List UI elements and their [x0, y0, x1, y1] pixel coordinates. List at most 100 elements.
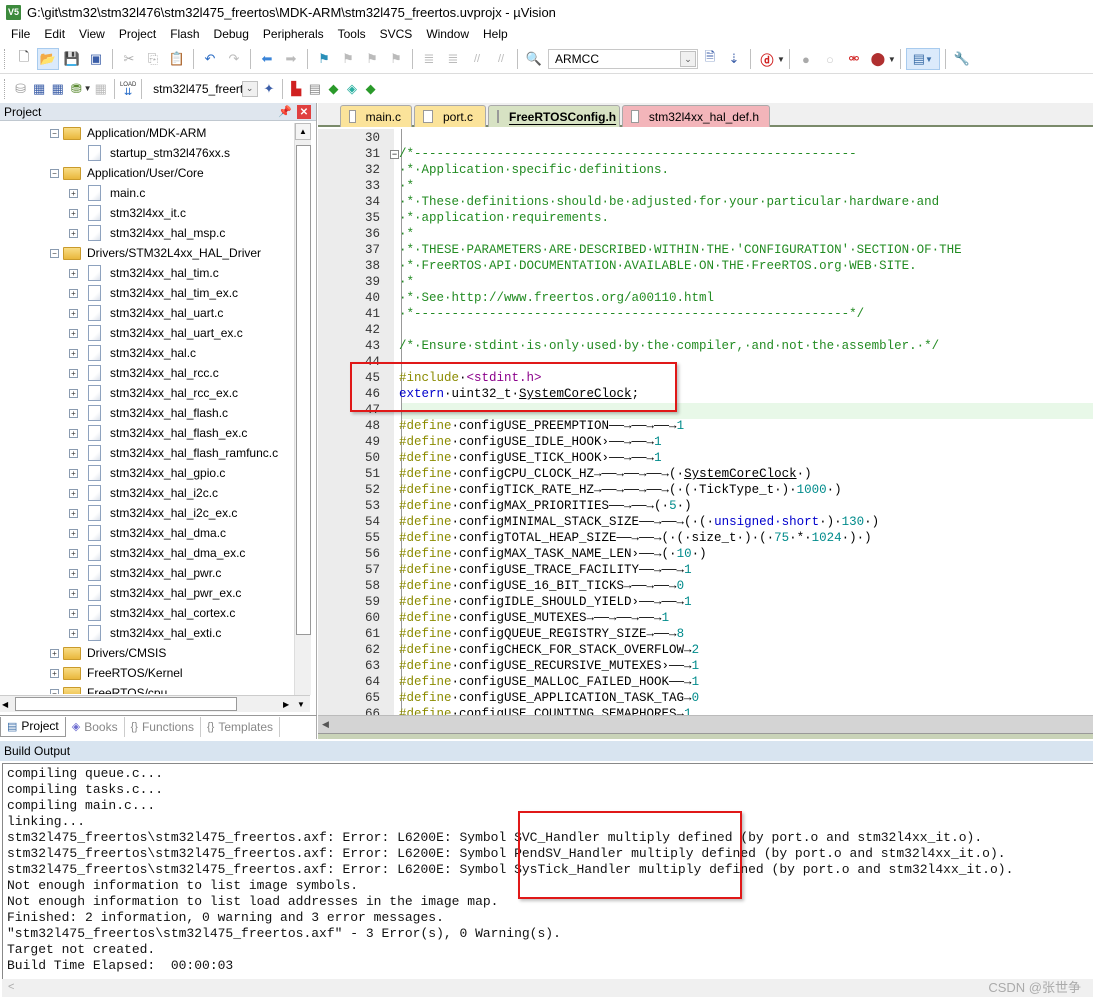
- tree-file[interactable]: + stm32l4xx_hal_pwr_ex.c: [69, 583, 241, 603]
- menu-item-edit[interactable]: Edit: [37, 24, 72, 44]
- tree-file[interactable]: + stm32l4xx_hal_tim.c: [69, 263, 219, 283]
- menu-item-debug[interactable]: Debug: [207, 24, 256, 44]
- expand-icon[interactable]: +: [69, 188, 78, 198]
- manage-project-items-icon[interactable]: ▙: [288, 78, 305, 100]
- window-layout-icon[interactable]: ▤ ▼: [905, 48, 940, 70]
- dropdown-caret-icon[interactable]: ▼: [888, 55, 896, 64]
- editor-splitter[interactable]: [318, 733, 1093, 739]
- editor-tab[interactable]: main.c: [340, 105, 412, 127]
- expand-icon[interactable]: +: [69, 608, 78, 618]
- paste-icon[interactable]: 📋: [166, 48, 188, 70]
- new-file-icon[interactable]: 🗋: [13, 48, 35, 70]
- tree-file[interactable]: + stm32l4xx_hal_uart.c: [69, 303, 223, 323]
- clear-bookmarks-icon[interactable]: ⚑: [385, 48, 407, 70]
- expand-icon[interactable]: +: [69, 528, 78, 538]
- expand-icon[interactable]: +: [69, 588, 78, 598]
- tree-file[interactable]: startup_stm32l476xx.s: [69, 143, 230, 163]
- scroll-right-icon[interactable]: ▶: [283, 700, 289, 709]
- rebuild-icon[interactable]: ▦: [49, 78, 66, 100]
- next-bookmark-icon[interactable]: ⚑: [361, 48, 383, 70]
- scroll-down-icon[interactable]: ▼: [297, 700, 305, 709]
- toolbar-grip[interactable]: [4, 49, 8, 69]
- tree-file[interactable]: + stm32l4xx_hal_msp.c: [69, 223, 225, 243]
- expand-icon[interactable]: +: [69, 548, 78, 558]
- tree-folder[interactable]: + FreeRTOS/Kernel: [50, 663, 183, 683]
- copy-icon[interactable]: ⎘: [142, 48, 164, 70]
- tree-file[interactable]: + stm32l4xx_hal_tim_ex.c: [69, 283, 238, 303]
- expand-icon[interactable]: +: [69, 408, 78, 418]
- close-icon[interactable]: ✕: [297, 105, 311, 119]
- collapse-icon[interactable]: −: [50, 168, 59, 178]
- tree-file[interactable]: + stm32l4xx_hal_flash_ramfunc.c: [69, 443, 278, 463]
- tree-file[interactable]: + stm32l4xx_hal_pwr.c: [69, 563, 221, 583]
- tab-project[interactable]: ▤ Project: [0, 716, 66, 737]
- forward-icon[interactable]: ➡: [280, 48, 302, 70]
- expand-icon[interactable]: +: [69, 208, 78, 218]
- menu-item-peripherals[interactable]: Peripherals: [256, 24, 331, 44]
- dropdown-caret-icon[interactable]: ▼: [84, 84, 92, 93]
- find-icon[interactable]: 🗎: [699, 48, 721, 70]
- menu-item-file[interactable]: File: [4, 24, 37, 44]
- expand-icon[interactable]: +: [69, 268, 78, 278]
- scroll-left-icon[interactable]: ◀: [322, 719, 329, 730]
- redo-icon[interactable]: ↷: [223, 48, 245, 70]
- expand-icon[interactable]: +: [69, 308, 78, 318]
- menu-item-project[interactable]: Project: [112, 24, 163, 44]
- tab-books[interactable]: ◈ Books: [66, 716, 125, 737]
- expand-icon[interactable]: +: [69, 468, 78, 478]
- kill-breakpoints-icon[interactable]: ⬤: [867, 48, 889, 70]
- editor-horizontal-scrollbar[interactable]: ◀: [318, 715, 1093, 733]
- scroll-up-icon[interactable]: ▲: [295, 123, 311, 140]
- tree-file[interactable]: + stm32l4xx_hal_dma.c: [69, 523, 226, 543]
- expand-icon[interactable]: +: [69, 328, 78, 338]
- breakpoint-icon[interactable]: ●: [795, 48, 817, 70]
- back-icon[interactable]: ⬅: [256, 48, 278, 70]
- open-file-icon[interactable]: 📂: [37, 48, 59, 70]
- incremental-find-icon[interactable]: ⇣: [723, 48, 745, 70]
- scroll-left-icon[interactable]: <: [8, 981, 14, 993]
- pack-installer-icon[interactable]: ◈: [344, 78, 361, 100]
- tree-vertical-scrollbar[interactable]: ▲: [294, 123, 311, 695]
- expand-icon[interactable]: +: [69, 508, 78, 518]
- menu-item-view[interactable]: View: [72, 24, 112, 44]
- expand-icon[interactable]: +: [69, 428, 78, 438]
- find-in-files-icon[interactable]: 🔍: [523, 48, 545, 70]
- stop-build-icon[interactable]: ▦: [93, 78, 110, 100]
- tree-folder[interactable]: − Application/MDK-ARM: [50, 123, 206, 143]
- tree-file[interactable]: + stm32l4xx_hal_flash.c: [69, 403, 228, 423]
- expand-icon[interactable]: +: [69, 288, 78, 298]
- menu-item-window[interactable]: Window: [419, 24, 476, 44]
- tab-functions[interactable]: {} Functions: [125, 716, 201, 737]
- editor-tab[interactable]: FreeRTOSConfig.h: [488, 105, 620, 127]
- unindent-icon[interactable]: ≣: [442, 48, 464, 70]
- tree-file[interactable]: + stm32l4xx_hal_rcc.c: [69, 363, 219, 383]
- options-for-target-icon[interactable]: ✦: [261, 78, 278, 100]
- tree-horizontal-scrollbar[interactable]: ◀ ▶ ▼: [0, 695, 310, 712]
- cut-icon[interactable]: ✂: [118, 48, 140, 70]
- uncomment-icon[interactable]: //: [490, 48, 512, 70]
- tree-file[interactable]: + stm32l4xx_hal_dma_ex.c: [69, 543, 245, 563]
- tree-folder[interactable]: − Drivers/STM32L4xx_HAL_Driver: [50, 243, 261, 263]
- expand-icon[interactable]: +: [69, 448, 78, 458]
- fold-toggle-icon[interactable]: −: [390, 150, 399, 159]
- batch-build-icon[interactable]: ⛃: [68, 78, 85, 100]
- expand-icon[interactable]: +: [69, 488, 78, 498]
- find-combo[interactable]: ARMCC ⌄: [548, 49, 698, 69]
- collapse-icon[interactable]: −: [50, 688, 59, 694]
- disable-breakpoint-icon[interactable]: ○: [819, 48, 841, 70]
- dropdown-caret-icon[interactable]: ▼: [777, 55, 785, 64]
- build-output-scrollbar[interactable]: <: [2, 979, 1093, 997]
- save-all-icon[interactable]: ▣: [85, 48, 107, 70]
- chevron-down-icon[interactable]: ⌄: [680, 51, 696, 67]
- menu-item-tools[interactable]: Tools: [331, 24, 373, 44]
- tree-file[interactable]: + stm32l4xx_hal_gpio.c: [69, 463, 225, 483]
- menu-item-help[interactable]: Help: [476, 24, 515, 44]
- expand-icon[interactable]: +: [69, 568, 78, 578]
- collapse-icon[interactable]: −: [50, 248, 59, 258]
- translate-icon[interactable]: ⛁: [12, 78, 29, 100]
- tree-file[interactable]: + stm32l4xx_it.c: [69, 203, 186, 223]
- tab-templates[interactable]: {} Templates: [201, 716, 281, 737]
- tree-file[interactable]: + stm32l4xx_hal_uart_ex.c: [69, 323, 243, 343]
- expand-icon[interactable]: +: [69, 368, 78, 378]
- expand-icon[interactable]: +: [50, 648, 59, 658]
